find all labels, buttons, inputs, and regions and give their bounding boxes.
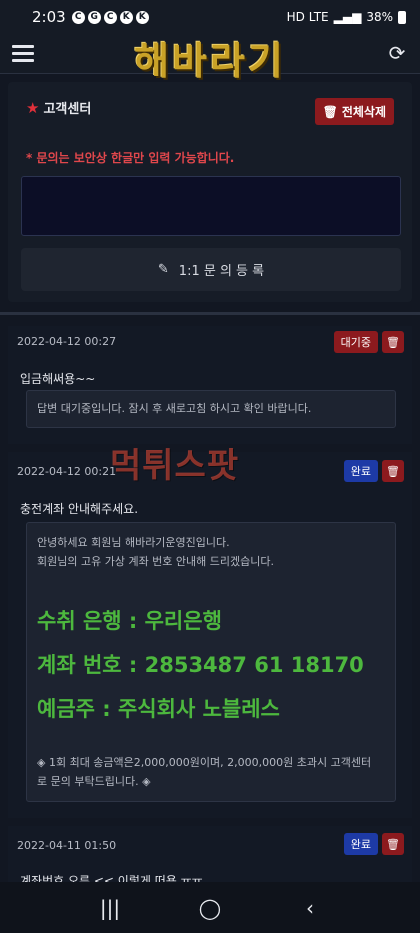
status-time: 2:03 bbox=[32, 8, 66, 26]
delete-inquiry-button[interactable]: 🗑 bbox=[382, 460, 404, 482]
answer-text: 안녕하세요 회원님 해바라기운영진입니다. bbox=[37, 536, 230, 549]
recents-icon[interactable]: ||| bbox=[90, 896, 130, 920]
back-icon[interactable]: ‹ bbox=[290, 896, 330, 920]
refresh-icon[interactable]: ⟳ bbox=[386, 42, 408, 64]
home-icon[interactable]: ◯ bbox=[190, 896, 230, 920]
battery-label: 38% bbox=[366, 10, 393, 24]
account-holder: 예금주 : 주식회사 노블레스 bbox=[37, 697, 280, 721]
app-logo[interactable]: 해바라기 bbox=[0, 30, 420, 85]
inquiry-item: 2022-04-12 00:21 완료 🗑 충전계좌 안내해주세요. 안녕하세요… bbox=[8, 452, 412, 818]
register-label: 1:1 문 의 등 록 bbox=[178, 264, 265, 279]
customer-center-panel: ★ 고객센터 🗑 전체삭제 * 문의는 보안상 한글만 입력 가능합니다. ✎ … bbox=[8, 82, 412, 302]
section-divider bbox=[0, 312, 420, 315]
answer-text: 답변 대기중입니다. 잠시 후 새로고침 하시고 확인 바랍니다. bbox=[37, 402, 312, 415]
inquiry-date: 2022-04-12 00:27 bbox=[17, 335, 117, 348]
inquiry-date: 2022-04-11 01:50 bbox=[17, 839, 117, 852]
answer-box: 안녕하세요 회원님 해바라기운영진입니다. 회원님의 고유 가상 계좌 번호 안… bbox=[26, 522, 396, 802]
answer-box: 답변 대기중입니다. 잠시 후 새로고침 하시고 확인 바랍니다. bbox=[26, 390, 396, 428]
account-bank: 수취 은행 : 우리은행 bbox=[37, 609, 222, 633]
notification-icon: K bbox=[135, 10, 149, 24]
status-bar: 2:03 C G C K K HD LTE ▂▄▆ 38% bbox=[0, 0, 420, 34]
delete-inquiry-button[interactable]: 🗑 bbox=[382, 331, 404, 353]
notice-text: ◈ 1회 최대 송금액은2,000,000원이며, 2,000,000원 초과시… bbox=[37, 756, 372, 769]
notification-icons: C G C K K bbox=[71, 10, 149, 24]
inquiry-date: 2022-04-12 00:21 bbox=[17, 465, 117, 478]
status-badge-pending[interactable]: 대기중 bbox=[333, 331, 378, 353]
notification-icon: K bbox=[119, 10, 133, 24]
answer-text: 회원님의 고유 가상 계좌 번호 안내해 드리겠습니다. bbox=[37, 555, 274, 568]
register-inquiry-button[interactable]: ✎ 1:1 문 의 등 록 bbox=[21, 248, 401, 291]
inquiry-input[interactable] bbox=[21, 176, 401, 236]
signal-label: HD LTE bbox=[286, 10, 329, 24]
cs-title: ★ 고객센터 bbox=[26, 98, 92, 118]
pencil-icon: ✎ bbox=[157, 262, 169, 277]
status-right: HD LTE ▂▄▆ 38% bbox=[287, 10, 406, 24]
notice-text: 로 문의 부탁드립니다. ◈ bbox=[37, 775, 151, 788]
status-badge-complete[interactable]: 완료 bbox=[343, 833, 378, 855]
notification-icon: C bbox=[71, 10, 85, 24]
status-badge-complete[interactable]: 완료 bbox=[343, 460, 378, 482]
delete-all-button[interactable]: 🗑 전체삭제 bbox=[314, 98, 394, 125]
inquiry-item: 2022-04-11 01:50 완료 🗑 계좌번호 오류 << 이렇게 떠용 … bbox=[8, 826, 412, 888]
account-number: 계좌 번호 : 2853487 61 18170 bbox=[37, 653, 364, 677]
notification-icon: C bbox=[103, 10, 117, 24]
battery-icon bbox=[398, 10, 406, 24]
warning-text: * 문의는 보안상 한글만 입력 가능합니다. bbox=[26, 151, 235, 165]
inquiry-question: 충전계좌 안내해주세요. bbox=[20, 502, 139, 516]
delete-all-label: 전체삭제 bbox=[341, 105, 386, 119]
notification-icon: G bbox=[87, 10, 101, 24]
inquiry-question: 입금해써용~~ bbox=[20, 372, 96, 386]
delete-inquiry-button[interactable]: 🗑 bbox=[382, 833, 404, 855]
cs-title-label: 고객센터 bbox=[43, 102, 92, 117]
system-nav-bar: ||| ◯ ‹ bbox=[0, 882, 420, 933]
trash-icon: 🗑 bbox=[322, 104, 338, 119]
star-icon: ★ bbox=[26, 98, 40, 117]
signal-icon: ▂▄▆ bbox=[333, 10, 362, 24]
inquiry-item: 2022-04-12 00:27 대기중 🗑 입금해써용~~ 답변 대기중입니다… bbox=[8, 326, 412, 444]
app-bar: 해바라기 ⟳ bbox=[0, 34, 420, 83]
